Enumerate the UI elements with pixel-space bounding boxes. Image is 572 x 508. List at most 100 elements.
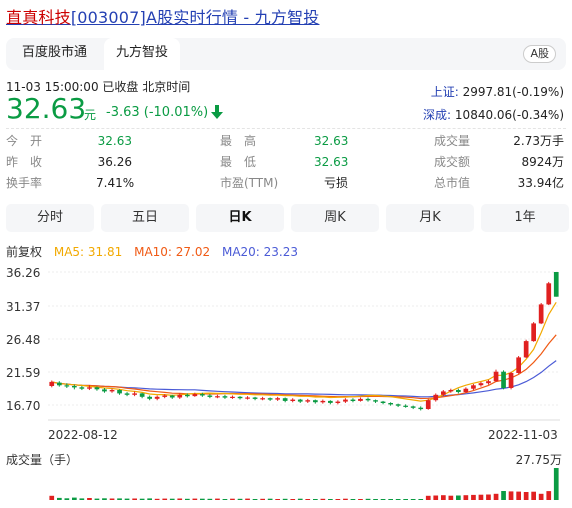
- ma10-line: [51, 334, 557, 400]
- candle: [200, 394, 205, 396]
- volume-bar: [245, 498, 250, 500]
- volume-bar: [531, 491, 536, 500]
- candle: [297, 399, 303, 402]
- volume-bar: [230, 498, 235, 500]
- candle: [245, 397, 250, 399]
- candle: [546, 283, 552, 305]
- volume-bar: [162, 498, 168, 500]
- volume-bar: [49, 495, 55, 500]
- candle: [531, 323, 536, 342]
- candle: [207, 395, 213, 397]
- candle: [463, 388, 469, 393]
- candle: [267, 398, 273, 400]
- volume-bar: [260, 498, 265, 500]
- candle: [162, 395, 168, 397]
- volume-bar: [388, 499, 393, 500]
- candle: [57, 382, 62, 386]
- volume-bar: [200, 498, 205, 500]
- volume-bar: [433, 495, 439, 500]
- x-tick-label: 2022-08-12: [48, 428, 118, 442]
- volume-bar: [275, 499, 280, 500]
- candle: [275, 398, 280, 400]
- candle: [523, 341, 529, 358]
- volume-bar: [109, 498, 115, 500]
- y-tick-label: 31.37: [6, 300, 41, 314]
- volume-bar: [252, 499, 258, 500]
- x-tick-label: 2022-11-03: [488, 428, 558, 442]
- volume-bar: [147, 498, 152, 500]
- candle: [117, 390, 122, 394]
- volume-bar: [139, 498, 145, 500]
- volume-bar: [456, 495, 461, 500]
- volume-bar: [313, 499, 318, 500]
- volume-bar: [463, 495, 469, 500]
- volume-bar: [350, 499, 356, 500]
- candle: [403, 405, 408, 407]
- volume-bar: [380, 499, 386, 500]
- volume-bar: [282, 498, 288, 500]
- candle: [365, 398, 371, 401]
- volume-bar: [501, 491, 506, 500]
- volume-bar: [64, 498, 70, 500]
- volume-bar: [320, 498, 326, 500]
- volume-bar: [335, 499, 341, 500]
- volume-bar: [57, 497, 62, 500]
- volume-bar: [222, 499, 228, 500]
- y-tick-label: 36.26: [6, 266, 41, 280]
- y-tick-label: 21.59: [6, 366, 41, 380]
- candle: [343, 399, 348, 402]
- candle: [335, 401, 341, 403]
- volume-bar: [102, 498, 107, 500]
- volume-max-label: 27.75万: [515, 453, 562, 467]
- volume-bar: [237, 498, 243, 500]
- volume-bar: [72, 497, 77, 500]
- volume-bar: [132, 498, 137, 500]
- candle: [109, 390, 115, 392]
- candle: [425, 400, 431, 409]
- candle: [410, 406, 416, 408]
- volume-bar: [305, 499, 311, 500]
- volume-bar: [516, 491, 521, 500]
- candle: [64, 385, 70, 387]
- candle: [72, 386, 77, 388]
- candle: [252, 397, 258, 399]
- candle: [260, 398, 265, 400]
- candle: [456, 390, 461, 392]
- candle: [49, 381, 55, 386]
- candle: [508, 373, 514, 388]
- volume-bar: [117, 498, 122, 500]
- volume-bar: [471, 494, 476, 500]
- volume-bar: [410, 499, 416, 500]
- y-tick-label: 16.70: [6, 399, 41, 413]
- candle: [320, 400, 326, 403]
- candle: [350, 399, 356, 401]
- volume-bar: [365, 498, 371, 500]
- candle: [358, 398, 363, 401]
- volume-bar: [395, 499, 401, 500]
- volume-bar: [508, 491, 514, 500]
- candle: [154, 396, 160, 399]
- volume-bar: [373, 499, 378, 500]
- candle: [328, 400, 333, 403]
- volume-bar: [343, 498, 348, 500]
- volume-bar: [538, 493, 544, 500]
- volume-bar: [493, 493, 499, 500]
- candle: [94, 387, 100, 390]
- candle: [538, 304, 544, 324]
- candle: [433, 394, 439, 401]
- volume-bar: [523, 492, 529, 500]
- candle: [395, 404, 401, 406]
- candle: [448, 390, 454, 392]
- volume-bar: [553, 468, 559, 500]
- candle: [215, 396, 220, 398]
- volume-bar: [425, 495, 431, 500]
- candle: [237, 396, 243, 399]
- candle: [373, 400, 378, 402]
- candle: [124, 393, 130, 395]
- candle: [290, 399, 296, 401]
- volume-bar: [478, 494, 484, 500]
- candle: [501, 371, 506, 388]
- candle: [313, 400, 318, 403]
- candle: [441, 391, 446, 395]
- candle: [282, 398, 288, 401]
